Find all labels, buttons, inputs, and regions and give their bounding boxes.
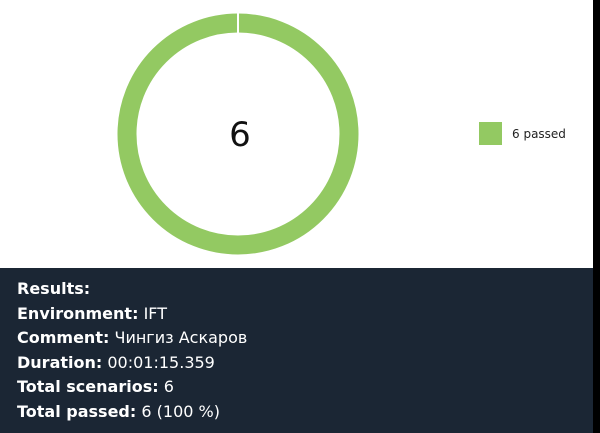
window-edge xyxy=(593,0,600,433)
legend-label-passed[interactable]: 6 passed xyxy=(512,127,566,141)
comment-value: Чингиз Аскаров xyxy=(114,328,248,348)
chart-legend: 6 passed xyxy=(479,122,566,145)
results-heading: Results: xyxy=(17,277,593,302)
environment-label: Environment: xyxy=(17,303,139,323)
duration-value: 00:01:15.359 xyxy=(107,352,215,372)
results-heading-label: Results: xyxy=(17,279,91,298)
results-panel: Results: Environment: IFT Comment: Чинги… xyxy=(0,268,593,433)
duration-label: Duration: xyxy=(17,352,103,372)
total-passed-label: Total passed: xyxy=(17,401,137,421)
comment-label: Comment: xyxy=(17,328,110,348)
result-environment: Environment: IFT xyxy=(17,302,593,327)
total-passed-value: 6 (100 %) xyxy=(141,401,220,421)
chart-panel: 6 6 passed xyxy=(0,0,593,268)
environment-value: IFT xyxy=(143,303,167,323)
result-comment: Comment: Чингиз Аскаров xyxy=(17,326,593,351)
total-scenarios-value: 6 xyxy=(163,377,174,397)
result-duration: Duration: 00:01:15.359 xyxy=(17,351,593,376)
result-total-passed: Total passed: 6 (100 %) xyxy=(17,400,593,425)
legend-swatch-passed[interactable] xyxy=(479,122,502,145)
total-scenarios-label: Total scenarios: xyxy=(17,377,159,397)
donut-center-count: 6 xyxy=(229,115,251,155)
result-total-scenarios: Total scenarios: 6 xyxy=(17,375,593,400)
report-frame: 6 6 passed Results: Environment: IFT Com… xyxy=(0,0,600,433)
